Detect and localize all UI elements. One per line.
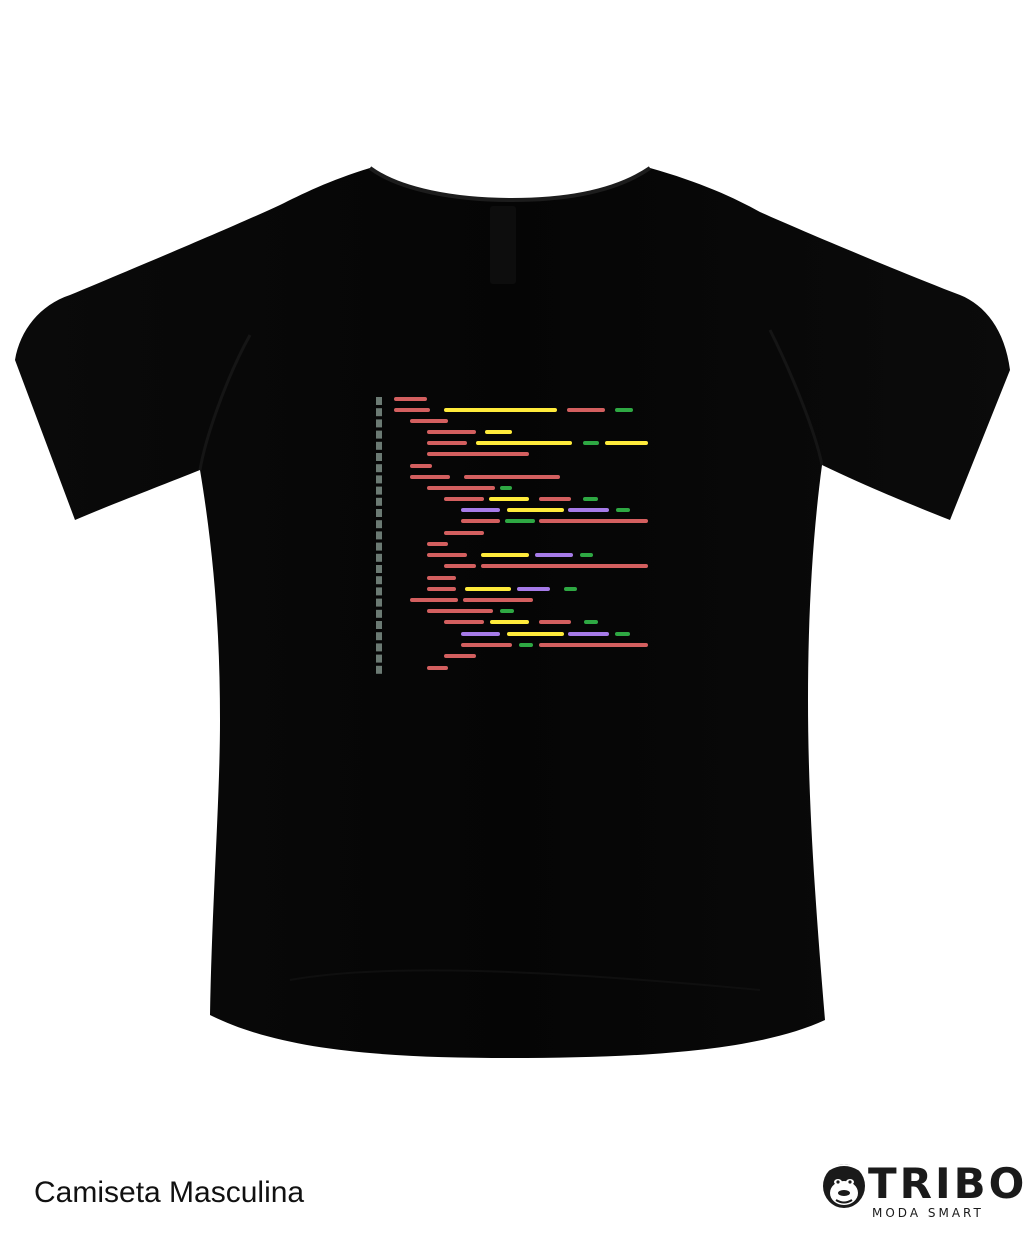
product-photo (15, 166, 1010, 1058)
gutter-marker (376, 621, 382, 629)
gutter-marker (376, 397, 382, 405)
gutter-marker (376, 441, 382, 450)
tshirt (15, 168, 1010, 1058)
gutter-marker (376, 408, 382, 417)
gutter-marker (376, 632, 382, 641)
gutter-marker (376, 497, 382, 506)
gutter-marker (376, 598, 382, 607)
gutter-marker (376, 486, 382, 495)
gutter-marker (376, 654, 382, 663)
brand-tagline: MODA SMART (872, 1206, 984, 1220)
gutter-marker (376, 587, 382, 596)
gutter-marker (376, 453, 382, 461)
gutter-marker (376, 542, 382, 551)
product-caption: Camiseta Masculina (34, 1176, 305, 1209)
neck-label (490, 206, 516, 284)
gutter-marker (376, 509, 382, 517)
gutter-marker (376, 643, 382, 652)
gutter-marker (376, 531, 382, 540)
gutter-marker (376, 464, 382, 473)
gutter-marker (376, 430, 382, 439)
brand-name: TRIBO (868, 1159, 1024, 1208)
gutter-marker (376, 609, 382, 618)
gutter-marker (376, 475, 382, 484)
gutter-marker (376, 553, 382, 562)
gutter-marker (376, 565, 382, 573)
gutter-marker (376, 665, 382, 674)
gutter-marker (376, 520, 382, 529)
gutter-marker (376, 576, 382, 585)
gutter-marker (376, 419, 382, 428)
